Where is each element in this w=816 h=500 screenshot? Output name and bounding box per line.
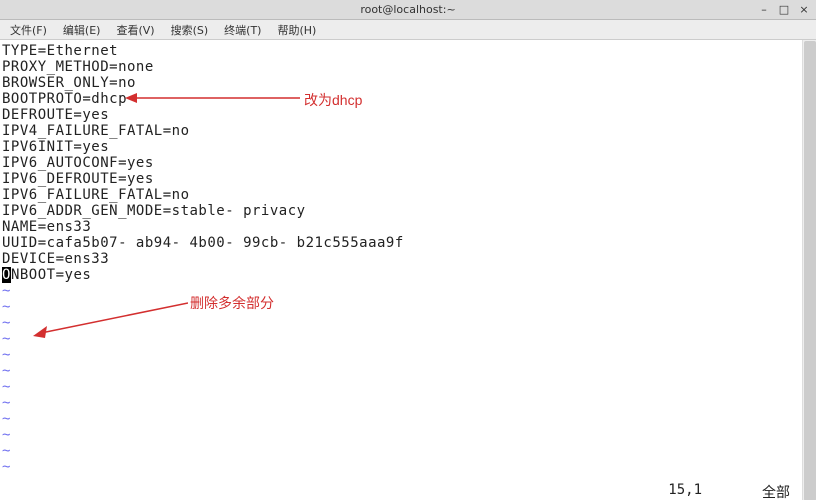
line: BROWSER_ONLY=no [2,75,136,91]
menu-help[interactable]: 帮助(H) [271,20,322,40]
line: UUID=cafa5b07- ab94- 4b00- 99cb- b21c555… [2,235,404,251]
tilde: ~ [2,459,11,475]
tilde: ~ [2,283,11,299]
line: IPV4_FAILURE_FATAL=no [2,123,190,139]
line: NBOOT=yes [11,267,91,283]
menu-view[interactable]: 查看(V) [110,20,160,40]
line: DEVICE=ens33 [2,251,109,267]
line: NAME=ens33 [2,219,91,235]
vim-statusbar: 15,1 全部 [0,482,802,500]
line: DEFROUTE=yes [2,107,109,123]
line: IPV6_AUTOCONF=yes [2,155,154,171]
scroll-scope: 全部 [762,482,790,500]
cursor: O [2,267,11,283]
menu-terminal[interactable]: 终端(T) [218,20,267,40]
menu-edit[interactable]: 编辑(E) [57,20,107,40]
tilde: ~ [2,331,11,347]
window-controls: – □ × [758,3,810,16]
line: TYPE=Ethernet [2,43,118,59]
editor-content[interactable]: TYPE=Ethernet PROXY_METHOD=none BROWSER_… [0,40,816,478]
line: PROXY_METHOD=none [2,59,154,75]
tilde: ~ [2,299,11,315]
window-titlebar: root@localhost:~ – □ × [0,0,816,20]
menu-file[interactable]: 文件(F) [4,20,53,40]
maximize-icon[interactable]: □ [778,3,790,16]
tilde: ~ [2,363,11,379]
editor-area[interactable]: TYPE=Ethernet PROXY_METHOD=none BROWSER_… [0,40,816,500]
tilde: ~ [2,443,11,459]
window-title: root@localhost:~ [360,3,455,16]
tilde: ~ [2,379,11,395]
tilde: ~ [2,411,11,427]
tilde: ~ [2,395,11,411]
line: IPV6_ADDR_GEN_MODE=stable- privacy [2,203,306,219]
tilde: ~ [2,347,11,363]
minimize-icon[interactable]: – [758,3,770,16]
close-icon[interactable]: × [798,3,810,16]
line: BOOTPROTO=dhcp [2,91,127,107]
tilde: ~ [2,427,11,443]
menubar: 文件(F) 编辑(E) 查看(V) 搜索(S) 终端(T) 帮助(H) [0,20,816,40]
line: IPV6INIT=yes [2,139,109,155]
line: IPV6_DEFROUTE=yes [2,171,154,187]
line: IPV6_FAILURE_FATAL=no [2,187,190,203]
scrollbar-thumb[interactable] [804,41,816,500]
tilde: ~ [2,315,11,331]
scrollbar-vertical[interactable] [802,40,816,500]
cursor-position: 15,1 [668,482,702,500]
menu-search[interactable]: 搜索(S) [165,20,215,40]
